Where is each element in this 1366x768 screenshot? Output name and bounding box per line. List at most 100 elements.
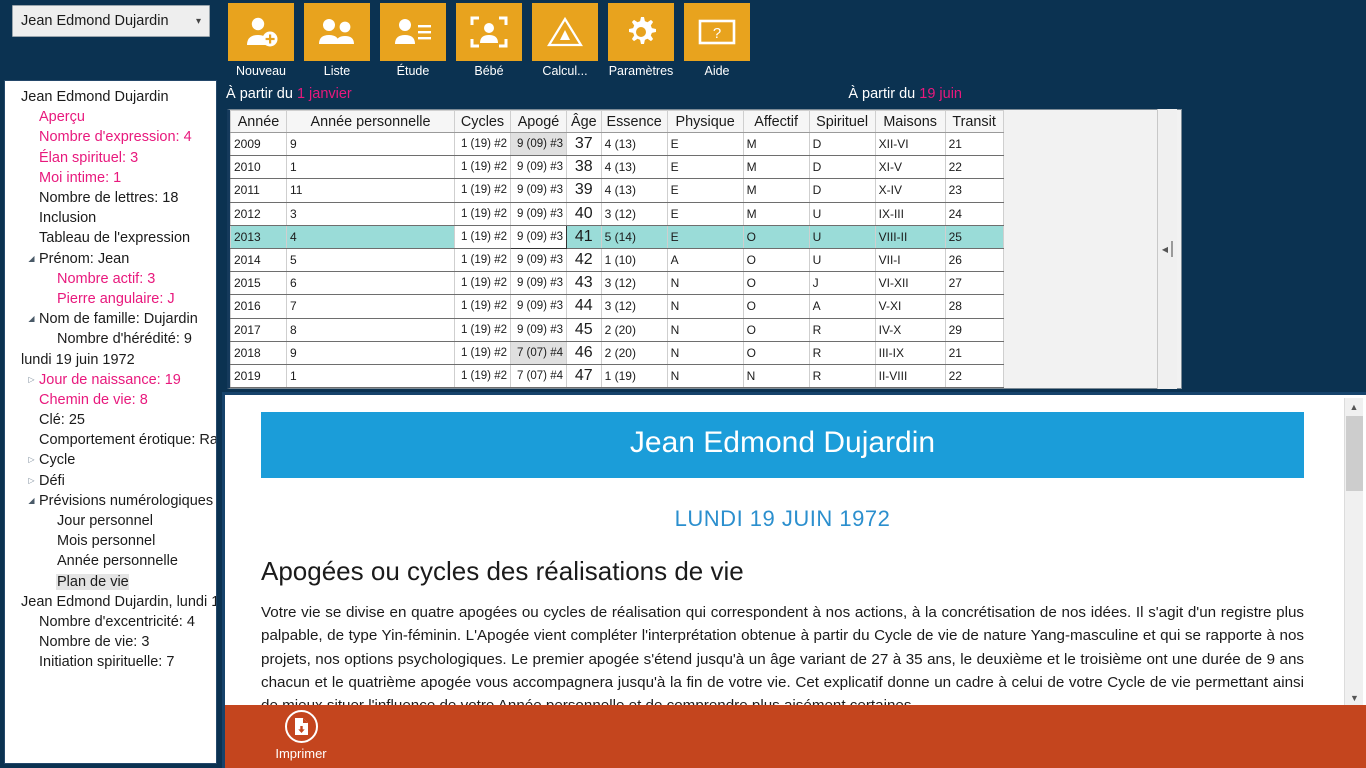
tree-item[interactable]: ◢ Nom de famille: Dujardin	[5, 309, 216, 329]
cell-age[interactable]: 38	[566, 155, 602, 180]
cell-physique[interactable]: N	[666, 363, 744, 389]
cell-age[interactable]: 47	[566, 363, 602, 389]
cell-apoge[interactable]: 9 (09) #3	[510, 131, 567, 157]
tree-item[interactable]: ◢ Prévisions numérologiques	[5, 491, 216, 511]
cell-transit[interactable]: 22	[944, 363, 1004, 389]
tree-item[interactable]: ◢ Prénom: Jean	[5, 249, 216, 269]
cell-age[interactable]: 40	[566, 201, 602, 226]
cell-apoge[interactable]: 7 (07) #4	[510, 340, 567, 365]
cell-annee[interactable]: 2014	[230, 247, 287, 273]
cell-annee[interactable]: 2017	[230, 317, 287, 342]
cell-maisons[interactable]: IX-III	[874, 201, 946, 226]
cell-affectif[interactable]: O	[742, 317, 810, 342]
cell-apoge[interactable]: 9 (09) #3	[510, 271, 567, 296]
cell-physique[interactable]: E	[666, 155, 744, 180]
cell-physique[interactable]: N	[666, 271, 744, 296]
cell-age[interactable]: 45	[566, 317, 602, 342]
person-selector-dropdown[interactable]: Jean Edmond Dujardin ▾	[12, 5, 210, 37]
cell-spirituel[interactable]: D	[808, 131, 876, 157]
cell-apoge[interactable]: 9 (09) #3	[510, 201, 567, 226]
column-header[interactable]: Spirituel	[808, 110, 876, 133]
cell-essence[interactable]: 3 (12)	[600, 271, 668, 296]
cell-essence[interactable]: 4 (13)	[600, 155, 668, 180]
table-row[interactable]: 2015 6 1 (19) #2 9 (09) #3 43 3 (12) N O J VI-XII…	[230, 271, 1004, 296]
cell-essence[interactable]: 1 (19)	[600, 363, 668, 389]
column-header[interactable]: Transit	[944, 110, 1004, 133]
tree-item[interactable]: Clé: 25	[5, 410, 216, 430]
tree-item[interactable]: Plan de vie	[5, 572, 216, 592]
cell-essence[interactable]: 3 (12)	[600, 201, 668, 226]
cell-transit[interactable]: 25	[944, 224, 1004, 249]
cell-annee_perso[interactable]: 9	[286, 131, 455, 157]
cell-physique[interactable]: E	[666, 178, 744, 203]
cell-transit[interactable]: 29	[944, 317, 1004, 342]
tree-item[interactable]: Jean Edmond Dujardin, lundi 19	[5, 592, 216, 612]
cell-annee[interactable]: 2018	[230, 340, 287, 365]
tree-item[interactable]: ▷ Défi	[5, 471, 216, 491]
cell-physique[interactable]: E	[666, 201, 744, 226]
cell-age[interactable]: 42	[566, 247, 602, 273]
column-header[interactable]: Année	[230, 110, 287, 133]
tree-item[interactable]: Pierre angulaire: J	[5, 289, 216, 309]
cell-transit[interactable]: 28	[944, 294, 1004, 319]
expander-open-icon[interactable]: ◢	[25, 254, 38, 263]
toolbar-button-paramtres[interactable]: Paramètres	[608, 3, 674, 78]
cell-cycles[interactable]: 1 (19) #2	[454, 201, 511, 226]
tree-item[interactable]: Chemin de vie: 8	[5, 390, 216, 410]
cell-maisons[interactable]: III-IX	[874, 340, 946, 365]
table-row[interactable]: 2013 4 1 (19) #2 9 (09) #3 41 5 (14) E O U VIII-I…	[230, 224, 1004, 249]
apartir-right-value[interactable]: 19 juin	[919, 86, 962, 102]
cell-annee_perso[interactable]: 11	[286, 178, 455, 203]
cell-physique[interactable]: N	[666, 317, 744, 342]
grid-horizontal-splitter[interactable]: ◀	[1157, 109, 1177, 389]
cell-transit[interactable]: 22	[944, 155, 1004, 180]
cell-annee_perso[interactable]: 4	[286, 224, 455, 249]
cell-annee[interactable]: 2015	[230, 271, 287, 296]
toolbar-button-calcul[interactable]: Calcul...	[532, 3, 598, 78]
table-row[interactable]: 2010 1 1 (19) #2 9 (09) #3 38 4 (13) E M D XI-V 22	[230, 155, 1004, 180]
cell-physique[interactable]: A	[666, 247, 744, 273]
toolbar-button-bb[interactable]: Bébé	[456, 3, 522, 78]
toolbar-button-aide[interactable]: ? Aide	[684, 3, 750, 78]
cell-cycles[interactable]: 1 (19) #2	[454, 294, 511, 319]
cell-essence[interactable]: 4 (13)	[600, 131, 668, 157]
cell-spirituel[interactable]: J	[808, 271, 876, 296]
column-header[interactable]: Apogé	[510, 110, 567, 133]
tree-item[interactable]: Moi intime: 1	[5, 168, 216, 188]
cell-affectif[interactable]: N	[742, 363, 810, 389]
cell-annee[interactable]: 2010	[230, 155, 287, 180]
tree-item[interactable]: lundi 19 juin 1972	[5, 349, 216, 369]
cell-maisons[interactable]: VI-XII	[874, 271, 946, 296]
forecast-grid-container[interactable]: Année Année personnelle Cycles Apogé Âge Esse…	[227, 109, 1182, 389]
cell-cycles[interactable]: 1 (19) #2	[454, 155, 511, 180]
column-header[interactable]: Cycles	[454, 110, 511, 133]
cell-annee_perso[interactable]: 9	[286, 340, 455, 365]
cell-maisons[interactable]: VIII-II	[874, 224, 946, 249]
cell-annee[interactable]: 2016	[230, 294, 287, 319]
expander-open-icon[interactable]: ◢	[25, 315, 38, 323]
cell-spirituel[interactable]: U	[808, 224, 876, 249]
tree-item[interactable]: Mois personnel	[5, 531, 216, 551]
print-button[interactable]: Imprimer	[257, 710, 345, 761]
expander-closed-icon[interactable]: ▷	[25, 375, 38, 384]
cell-affectif[interactable]: M	[742, 178, 810, 203]
toolbar-button-liste[interactable]: Liste	[304, 3, 370, 78]
column-header[interactable]: Âge	[566, 110, 602, 133]
cell-apoge[interactable]: 9 (09) #3	[510, 178, 567, 203]
cell-maisons[interactable]: XII-VI	[874, 131, 946, 157]
cell-apoge[interactable]: 7 (07) #4	[510, 363, 567, 389]
cell-apoge[interactable]: 9 (09) #3	[510, 317, 567, 342]
expander-closed-icon[interactable]: ▷	[25, 476, 38, 485]
tree-item[interactable]: Jour personnel	[5, 511, 216, 531]
cell-affectif[interactable]: O	[742, 294, 810, 319]
cell-annee[interactable]: 2013	[230, 224, 287, 249]
cell-essence[interactable]: 5 (14)	[600, 224, 668, 249]
cell-affectif[interactable]: O	[742, 271, 810, 296]
cell-spirituel[interactable]: A	[808, 294, 876, 319]
table-row[interactable]: 2016 7 1 (19) #2 9 (09) #3 44 3 (12) N O A V-XI 28	[230, 294, 1004, 319]
cell-physique[interactable]: N	[666, 340, 744, 365]
cell-essence[interactable]: 1 (10)	[600, 247, 668, 273]
table-row[interactable]: 2014 5 1 (19) #2 9 (09) #3 42 1 (10) A O U VII-I 2…	[230, 247, 1004, 273]
tree-item[interactable]: Inclusion	[5, 208, 216, 228]
cell-affectif[interactable]: O	[742, 247, 810, 273]
